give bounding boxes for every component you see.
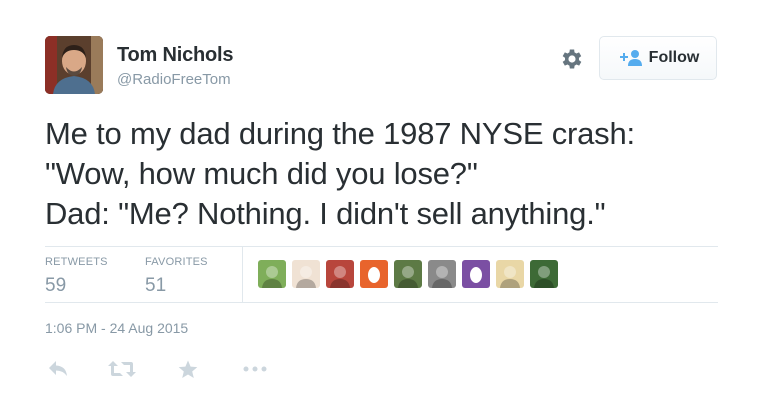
tweet-text-line: Me to my dad during the 1987 NYSE crash: (45, 116, 635, 151)
favorites-count: 51 (145, 275, 167, 296)
follow-button-label: Follow (648, 49, 700, 66)
favoriter-avatar-grey[interactable] (428, 260, 456, 288)
follow-button[interactable]: Follow (599, 36, 717, 80)
tweet-timestamp[interactable]: 1:06 PM - 24 Aug 2015 (45, 320, 188, 336)
reply-icon[interactable] (48, 360, 70, 383)
favoriter-avatar-plant[interactable] (530, 260, 558, 288)
favoriter-avatar-egg-purple[interactable] (462, 260, 490, 288)
favoriter-avatar-flag[interactable] (326, 260, 354, 288)
divider (242, 247, 243, 302)
favorites-stat[interactable]: FAVORITES 51 (145, 256, 208, 297)
favoriter-avatar-cartoon[interactable] (292, 260, 320, 288)
favoriters-list (258, 260, 564, 288)
user-full-name[interactable]: Tom Nichols (117, 44, 234, 67)
favoriter-avatar-bird[interactable] (258, 260, 286, 288)
tweet-card: Tom Nichols @RadioFreeTom Follow Me to m… (0, 0, 763, 404)
gear-icon[interactable] (559, 46, 585, 72)
retweets-count: 59 (45, 275, 67, 296)
avatar[interactable] (45, 36, 103, 94)
tweet-text: Me to my dad during the 1987 NYSE crash:… (45, 114, 735, 234)
favoriter-avatar-egg-orange[interactable] (360, 260, 388, 288)
retweets-stat[interactable]: RETWEETS 59 (45, 256, 108, 297)
more-icon[interactable] (242, 360, 268, 383)
divider (45, 302, 718, 303)
retweets-label: RETWEETS (45, 256, 108, 268)
tweet-text-line: "Wow, how much did you lose?" (45, 156, 478, 191)
favoriter-avatar-landscape[interactable] (394, 260, 422, 288)
user-screen-name[interactable]: @RadioFreeTom (117, 71, 231, 88)
tweet-text-line: Dad: "Me? Nothing. I didn't sell anythin… (45, 196, 606, 231)
star-icon[interactable] (178, 360, 198, 384)
favorites-label: FAVORITES (145, 256, 208, 268)
favoriter-avatar-sketch[interactable] (496, 260, 524, 288)
retweet-icon[interactable] (108, 360, 136, 383)
add-user-icon (619, 50, 642, 66)
divider (45, 246, 718, 247)
